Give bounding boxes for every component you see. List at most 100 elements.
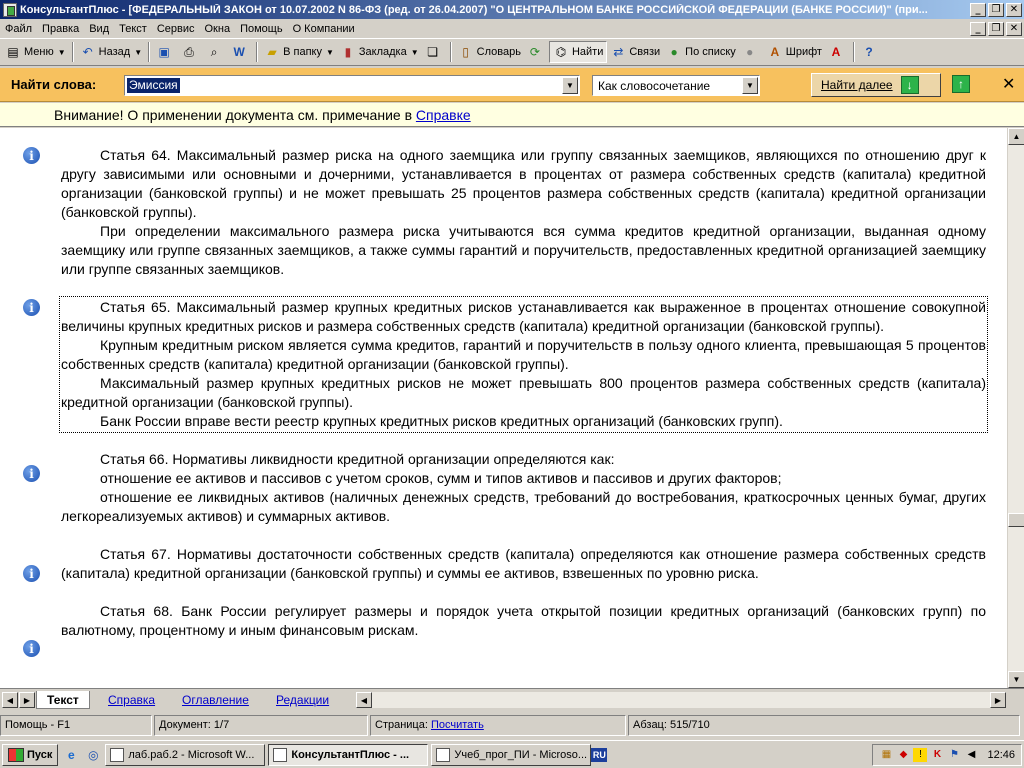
info-icon[interactable]: i: [23, 465, 40, 482]
toolbar-separator: [256, 42, 259, 62]
info-icon[interactable]: i: [23, 640, 40, 657]
chevron-down-icon: ▼: [57, 47, 66, 57]
refresh-button[interactable]: ⟳: [524, 41, 549, 63]
save-icon: ▣: [158, 45, 170, 59]
scroll-left-icon[interactable]: ◀: [356, 692, 372, 708]
doc-restore-button[interactable]: ❐: [988, 21, 1004, 36]
links-button[interactable]: ⇄ Связи: [607, 41, 663, 63]
bookmark-list-button[interactable]: ❏: [422, 41, 447, 63]
close-button[interactable]: ✕: [1006, 2, 1022, 17]
menu-service[interactable]: Сервис: [152, 23, 200, 35]
search-mode-select[interactable]: Как словосочетание ▼: [592, 75, 760, 96]
menu-bar: Файл Правка Вид Текст Сервис Окна Помощь…: [0, 19, 1024, 38]
info-icon[interactable]: i: [23, 299, 40, 316]
save-button[interactable]: ▣: [153, 41, 178, 63]
font-button[interactable]: A Шрифт: [764, 41, 825, 63]
task-word-program[interactable]: Учеб_прог_ПИ - Microso...: [431, 743, 592, 766]
language-indicator[interactable]: RU: [591, 747, 608, 762]
vertical-scrollbar[interactable]: ▲ ▼: [1007, 128, 1024, 688]
antivirus-icon[interactable]: ◆: [896, 748, 910, 762]
help-pointer-icon: ?: [865, 45, 873, 59]
font-color-icon: A: [831, 45, 841, 59]
paragraph: Крупным кредитным риском является сумма …: [61, 337, 986, 372]
warning-icon[interactable]: !: [913, 747, 928, 762]
security-icon[interactable]: K: [930, 748, 944, 762]
menu-help[interactable]: Помощь: [235, 23, 288, 35]
paragraph: При определении максимального размера ри…: [61, 223, 986, 277]
back-arrow-icon: ↶: [82, 45, 93, 59]
status-help: Помощь - F1: [0, 715, 152, 736]
minimize-button[interactable]: _: [970, 2, 986, 17]
binoculars-icon: ⌬: [555, 45, 567, 59]
paragraph: Максимальный размер крупных кредитных ри…: [61, 375, 986, 410]
speaker-icon[interactable]: ◀: [964, 748, 978, 762]
menu-about[interactable]: О Компании: [288, 23, 360, 35]
menu-text[interactable]: Текст: [114, 23, 152, 35]
menu-windows[interactable]: Окна: [200, 23, 236, 35]
flag-tray-icon[interactable]: ⚑: [947, 748, 961, 762]
internet-explorer-icon[interactable]: e: [62, 746, 80, 764]
search-input-value: Эмиссия: [127, 78, 180, 93]
tab-text[interactable]: Текст: [36, 691, 90, 709]
menu-button[interactable]: ▤ Меню ▼: [2, 41, 69, 63]
preview-button[interactable]: ⌕: [203, 41, 228, 63]
status-page: Страница: Посчитать: [370, 715, 626, 736]
search-mode-value: Как словосочетание: [598, 79, 711, 93]
count-pages-link[interactable]: Посчитать: [431, 719, 484, 731]
tab-contents[interactable]: Оглавление: [172, 691, 259, 709]
list-go-icon: ●: [670, 45, 678, 59]
export-word-button[interactable]: W: [228, 41, 253, 63]
start-button[interactable]: Пуск: [2, 743, 59, 766]
chevron-down-icon: ▼: [134, 47, 143, 57]
scroll-up-icon[interactable]: ▲: [1008, 128, 1024, 145]
chevron-down-icon[interactable]: ▼: [742, 77, 758, 94]
back-button[interactable]: ↶ Назад ▼: [77, 41, 145, 63]
tab-revisions[interactable]: Редакции: [266, 691, 339, 709]
tab-help[interactable]: Справка: [98, 691, 165, 709]
to-folder-button[interactable]: ▰ В папку ▼: [261, 41, 337, 63]
next-tab-icon[interactable]: ▶: [19, 692, 35, 708]
find-button[interactable]: ⌬ Найти: [548, 41, 608, 63]
doc-close-button[interactable]: ✕: [1006, 21, 1022, 36]
find-next-button[interactable]: Найти далее ↓: [811, 73, 941, 97]
bookmark-button[interactable]: ▮ Закладка ▼: [337, 41, 422, 63]
search-input[interactable]: Эмиссия ▼: [124, 75, 580, 96]
clock: 12:46: [987, 748, 1015, 761]
help-link[interactable]: Справке: [416, 107, 471, 123]
windows-logo-icon: [8, 747, 24, 762]
close-search-icon[interactable]: ✕: [1002, 74, 1015, 93]
paragraph: Статья 64. Максимальный размер риска на …: [61, 147, 986, 220]
restore-button[interactable]: ❐: [988, 2, 1004, 17]
bookmark-list-icon: ❏: [427, 45, 439, 59]
font-color-button[interactable]: A: [825, 41, 850, 63]
menu-view[interactable]: Вид: [84, 23, 114, 35]
network-icon[interactable]: ▦: [879, 748, 893, 762]
info-icon[interactable]: i: [23, 147, 40, 164]
menu-icon: ▤: [7, 45, 19, 59]
arrow-down-icon: ↓: [900, 76, 919, 94]
word-doc-icon: [110, 747, 125, 762]
quick-launch-icon[interactable]: ◎: [84, 746, 102, 764]
scroll-down-icon[interactable]: ▼: [1008, 671, 1024, 688]
help-button[interactable]: ?: [858, 41, 883, 63]
task-word-lab[interactable]: лаб.раб.2 - Microsoft W...: [105, 743, 266, 766]
paragraph: Статья 68. Банк России регулирует размер…: [61, 603, 986, 638]
horizontal-scrollbar[interactable]: ◀ ▶: [356, 692, 1006, 708]
menu-file[interactable]: Файл: [0, 23, 37, 35]
menu-edit[interactable]: Правка: [37, 23, 84, 35]
task-consultant[interactable]: КонсультантПлюс - ...: [268, 743, 429, 766]
document-view: i i i i i Статья 64. Максимальный размер…: [0, 128, 1024, 688]
scroll-thumb[interactable]: [1008, 513, 1024, 527]
article-64: Статья 64. Максимальный размер риска на …: [61, 146, 986, 279]
find-previous-button[interactable]: ↑: [952, 75, 970, 93]
info-icon[interactable]: i: [23, 565, 40, 582]
by-list-button[interactable]: ● По списку: [663, 41, 739, 63]
print-button[interactable]: ⎙: [178, 41, 203, 63]
dictionary-button[interactable]: ▯ Словарь: [455, 41, 524, 63]
first-tab-icon[interactable]: ◀: [2, 692, 18, 708]
scroll-right-icon[interactable]: ▶: [990, 692, 1006, 708]
refresh-icon: ⟳: [529, 45, 540, 59]
stop-button[interactable]: ●: [739, 41, 764, 63]
chevron-down-icon[interactable]: ▼: [562, 77, 578, 94]
doc-minimize-button[interactable]: _: [970, 21, 986, 36]
